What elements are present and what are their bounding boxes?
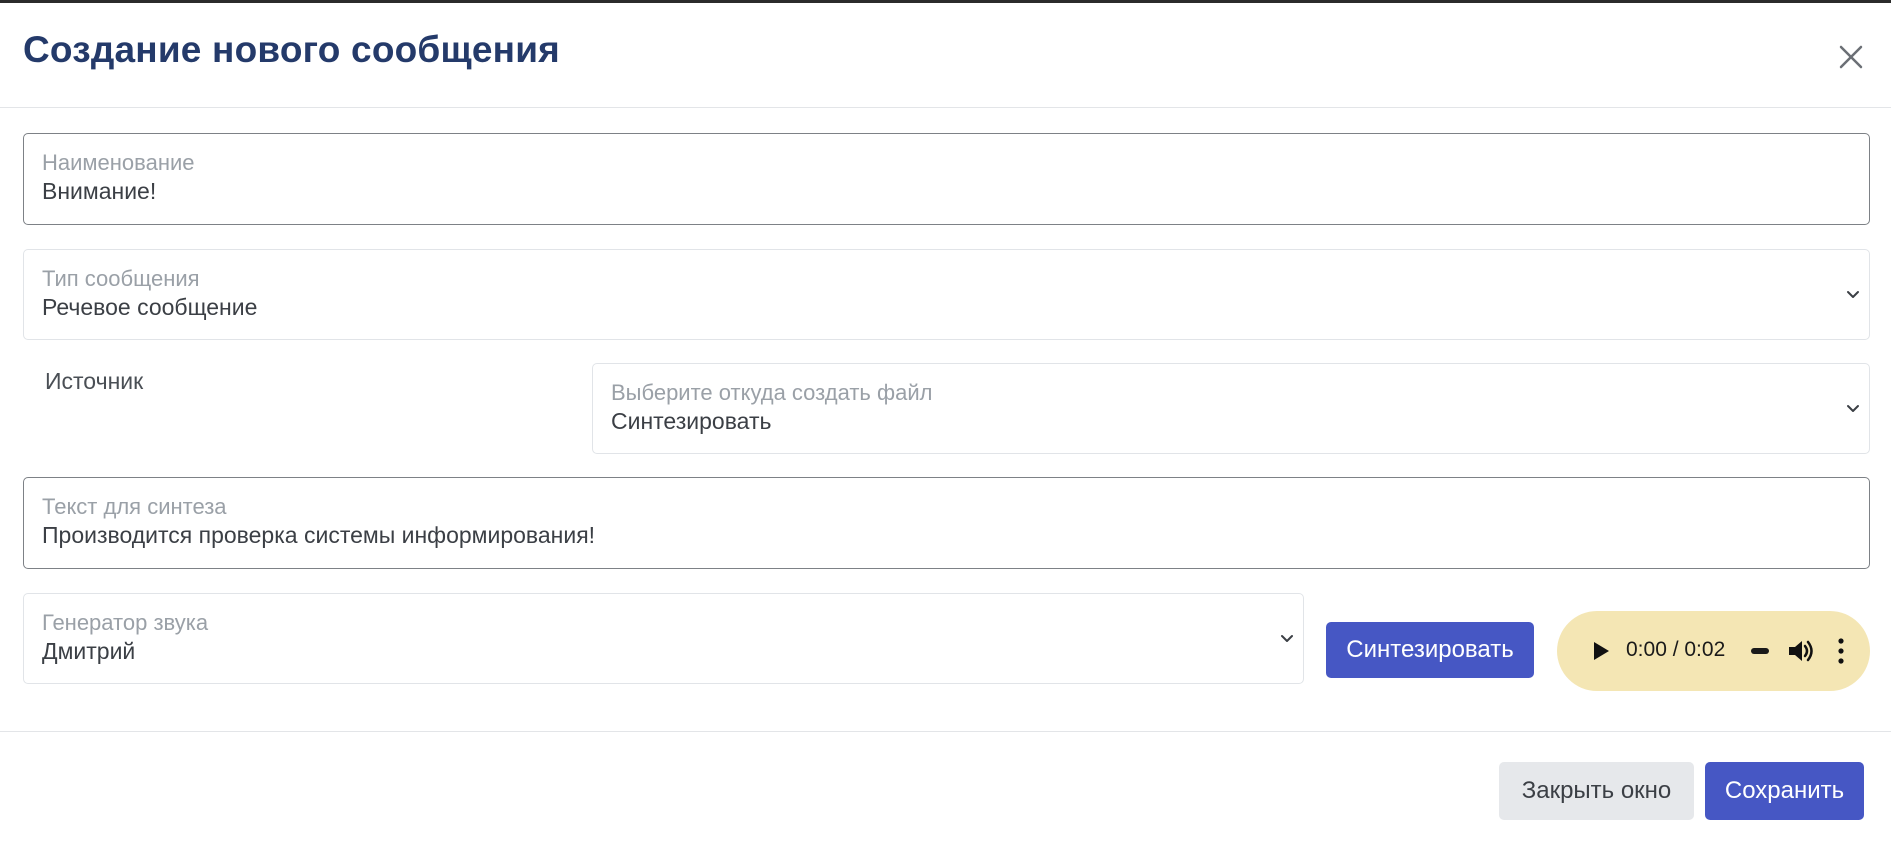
close-button[interactable] bbox=[1833, 39, 1869, 75]
audio-player: 0:00 / 0:02 bbox=[1557, 611, 1870, 691]
chevron-down-icon bbox=[1281, 634, 1293, 642]
audio-time: 0:00 / 0:02 bbox=[1626, 638, 1726, 661]
modal-title: Создание нового сообщения bbox=[23, 29, 560, 70]
modal-footer: Закрыть окно Сохранить bbox=[0, 731, 1891, 844]
voice-generator-value: Дмитрий bbox=[42, 638, 136, 664]
chevron-down-icon bbox=[1847, 404, 1859, 412]
source-select-label: Выберите откуда создать файл bbox=[611, 380, 933, 405]
synthesize-button[interactable]: Синтезировать bbox=[1326, 622, 1534, 678]
name-field-label: Наименование bbox=[42, 150, 195, 175]
chevron-down-icon bbox=[1847, 290, 1859, 298]
play-icon[interactable] bbox=[1591, 640, 1611, 662]
message-type-value: Речевое сообщение bbox=[42, 294, 258, 320]
source-label: Источник bbox=[45, 368, 144, 394]
synthesis-text-field[interactable]: Текст для синтеза Производится проверка … bbox=[23, 477, 1870, 569]
voice-generator-label: Генератор звука bbox=[42, 610, 209, 635]
synthesis-text-label: Текст для синтеза bbox=[42, 494, 227, 519]
source-select-value: Синтезировать bbox=[611, 408, 772, 434]
message-type-label: Тип сообщения bbox=[42, 266, 200, 291]
close-icon bbox=[1839, 45, 1863, 69]
modal-header: Создание нового сообщения bbox=[0, 3, 1891, 108]
progress-slider[interactable] bbox=[1749, 646, 1771, 656]
source-select[interactable]: Выберите откуда создать файл Синтезирова… bbox=[592, 363, 1870, 454]
name-field-value: Внимание! bbox=[42, 178, 157, 204]
volume-icon[interactable] bbox=[1787, 638, 1815, 664]
close-window-button[interactable]: Закрыть окно bbox=[1499, 762, 1694, 820]
synthesis-text-value: Производится проверка системы информиров… bbox=[42, 522, 596, 548]
voice-generator-select[interactable]: Генератор звука Дмитрий bbox=[23, 593, 1304, 684]
name-field[interactable]: Наименование Внимание! bbox=[23, 133, 1870, 225]
message-type-select[interactable]: Тип сообщения Речевое сообщение bbox=[23, 249, 1870, 340]
more-options-icon[interactable] bbox=[1837, 637, 1845, 665]
save-button[interactable]: Сохранить bbox=[1705, 762, 1864, 820]
